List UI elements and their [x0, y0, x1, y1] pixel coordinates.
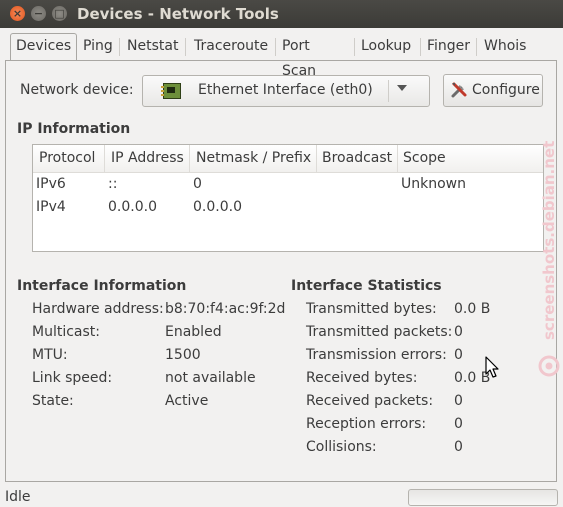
tab-finger[interactable]: Finger — [422, 34, 475, 59]
transmitted-packets-label: Transmitted packets: — [306, 324, 453, 340]
multicast-value: Enabled — [165, 324, 222, 340]
column-separator — [397, 145, 398, 172]
tab-ping[interactable]: Ping — [78, 34, 118, 59]
column-header-scope[interactable]: Scope — [403, 150, 446, 166]
reception-errors-label: Reception errors: — [306, 416, 427, 432]
network-card-icon — [161, 83, 181, 99]
configure-button[interactable]: Configure — [443, 74, 543, 107]
cell-scope: Unknown — [401, 176, 466, 192]
tab-separator — [476, 38, 477, 56]
tab-separator — [185, 38, 186, 56]
mtu-label: MTU: — [32, 347, 68, 363]
maximize-window-button[interactable]: □ — [52, 6, 67, 21]
network-device-select[interactable]: Ethernet Interface (eth0) — [142, 75, 430, 107]
tab-traceroute[interactable]: Traceroute — [189, 34, 273, 59]
minimize-window-button[interactable]: − — [31, 6, 46, 21]
close-window-button[interactable]: × — [10, 6, 25, 21]
received-bytes-label: Received bytes: — [306, 370, 418, 386]
interface-statistics-heading: Interface Statistics — [291, 278, 442, 294]
column-header-protocol[interactable]: Protocol — [39, 150, 95, 166]
interface-information-heading: Interface Information — [17, 278, 187, 294]
cell-netmask: 0.0.0.0 — [193, 199, 242, 215]
reception-errors-value: 0 — [454, 416, 463, 432]
cell-ip-address: :: — [108, 176, 118, 192]
progress-bar — [408, 489, 558, 506]
tab-port-scan[interactable]: Port Scan — [277, 34, 321, 79]
tab-netstat[interactable]: Netstat — [122, 34, 183, 59]
mouse-cursor-icon — [485, 356, 499, 378]
state-label: State: — [32, 393, 74, 409]
received-packets-value: 0 — [454, 393, 463, 409]
column-header-broadcast[interactable]: Broadcast — [322, 150, 392, 166]
cell-protocol: IPv4 — [36, 199, 66, 215]
tab-separator — [275, 38, 276, 56]
link-speed-label: Link speed: — [32, 370, 113, 386]
tab-separator — [119, 38, 120, 56]
tab-lookup[interactable]: Lookup — [356, 34, 416, 59]
window-title: Devices - Network Tools — [77, 5, 279, 23]
hardware-address-label: Hardware address: — [32, 301, 164, 317]
network-device-label: Network device: — [20, 82, 134, 98]
cell-netmask: 0 — [193, 176, 202, 192]
column-header-ip-address[interactable]: IP Address — [111, 150, 184, 166]
tools-icon — [451, 82, 467, 98]
transmitted-bytes-value: 0.0 B — [454, 301, 491, 317]
ip-table-header: Protocol IP Address Netmask / Prefix Bro… — [33, 145, 543, 173]
ip-information-heading: IP Information — [17, 121, 131, 137]
column-separator — [104, 145, 105, 172]
watermark: screenshots.debian.net — [538, 141, 560, 377]
link-speed-value: not available — [165, 370, 256, 386]
watermark-text: screenshots.debian.net — [540, 141, 558, 340]
multicast-label: Multicast: — [32, 324, 100, 340]
cell-ip-address: 0.0.0.0 — [108, 199, 157, 215]
transmitted-bytes-label: Transmitted bytes: — [306, 301, 437, 317]
column-separator — [316, 145, 317, 172]
collisions-value: 0 — [454, 439, 463, 455]
mtu-value: 1500 — [165, 347, 201, 363]
title-bar: × − □ Devices - Network Tools — [0, 0, 563, 28]
tab-separator — [420, 38, 421, 56]
received-packets-label: Received packets: — [306, 393, 434, 409]
state-value: Active — [165, 393, 209, 409]
collisions-label: Collisions: — [306, 439, 377, 455]
cell-protocol: IPv6 — [36, 176, 66, 192]
configure-label: Configure — [472, 82, 540, 98]
transmitted-packets-value: 0 — [454, 324, 463, 340]
combo-separator — [388, 80, 389, 102]
tab-separator — [354, 38, 355, 56]
tab-devices[interactable]: Devices — [10, 33, 78, 60]
chevron-down-icon — [397, 85, 407, 91]
network-device-value: Ethernet Interface (eth0) — [198, 82, 373, 98]
tab-whois[interactable]: Whois — [479, 34, 531, 59]
transmission-errors-value: 0 — [454, 347, 463, 363]
ip-table[interactable]: Protocol IP Address Netmask / Prefix Bro… — [32, 144, 544, 252]
hardware-address-value: b8:70:f4:ac:9f:2d — [165, 301, 286, 317]
column-header-netmask[interactable]: Netmask / Prefix — [196, 150, 311, 166]
transmission-errors-label: Transmission errors: — [306, 347, 447, 363]
status-text: Idle — [5, 489, 31, 505]
column-separator — [189, 145, 190, 172]
